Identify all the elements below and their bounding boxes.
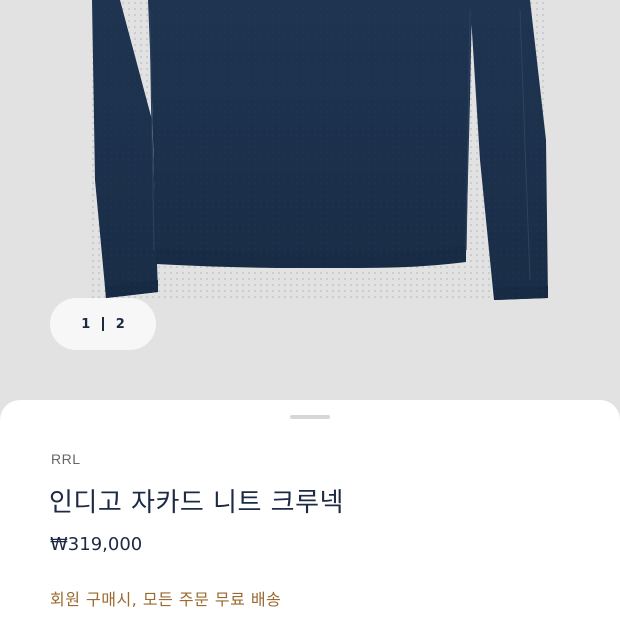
pager-current: 1 bbox=[81, 316, 91, 332]
shipping-promo-text: 회원 구매시, 모든 주문 무료 배송 bbox=[50, 590, 282, 609]
image-pager[interactable]: 1 2 bbox=[50, 298, 156, 350]
product-info-sheet: RRL 인디고 자카드 니트 크루넥 ₩319,000 회원 구매시, 모든 주… bbox=[0, 400, 620, 620]
product-title: 인디고 자카드 니트 크루넥 bbox=[49, 488, 344, 518]
sheet-drag-handle[interactable] bbox=[290, 415, 330, 419]
product-image-gallery[interactable]: 1 2 bbox=[0, 0, 620, 420]
pager-divider bbox=[102, 317, 104, 331]
product-brand: RRL bbox=[51, 451, 81, 467]
product-detail-screen: 1 2 RRL 인디고 자카드 니트 크루넥 ₩319,000 회원 구매시, … bbox=[0, 0, 620, 620]
sweater-image bbox=[0, 0, 620, 420]
pager-total: 2 bbox=[115, 316, 125, 332]
product-price: ₩319,000 bbox=[50, 534, 143, 555]
